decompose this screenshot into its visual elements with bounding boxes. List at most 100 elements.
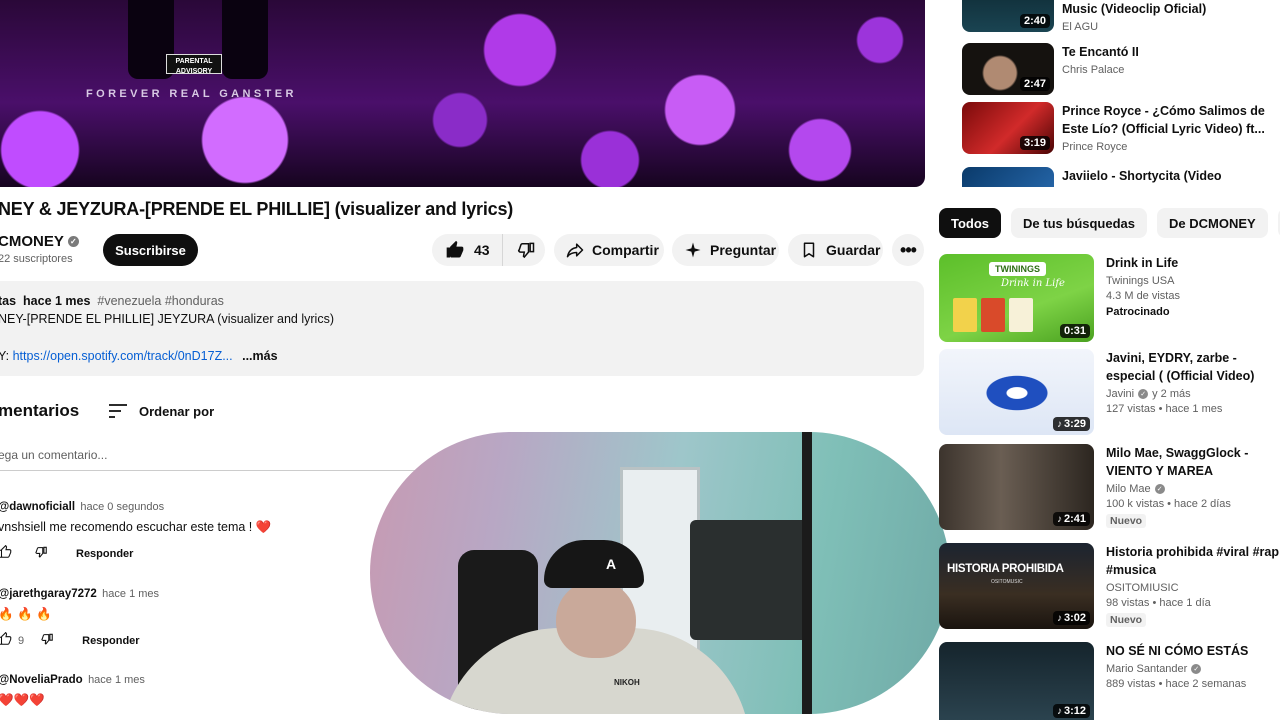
chip-from-channel[interactable]: De DCMONEY [1157, 208, 1268, 238]
video-thumbnail: 3:19 [962, 102, 1054, 154]
description-link-line: Y: https://open.spotify.com/track/0nD17Z… [0, 349, 278, 363]
sidebar-video[interactable]: Javiielo - Shortycita (Video [962, 167, 1222, 187]
video-info: Music (Videoclip Oficial) El AGU [1062, 0, 1206, 33]
subscriber-count: 22 suscriptores [0, 253, 73, 265]
video-duration: ♪ 3:12 [1052, 704, 1090, 718]
video-info: Prince Royce - ¿Cómo Salimos de Este Lío… [1062, 102, 1280, 154]
reply-button[interactable]: Responder [82, 635, 139, 647]
video-player[interactable]: PARENTAL ADVISORY FOREVER REAL GANSTER [0, 0, 925, 187]
sidebar-video[interactable]: ♪ 2:41 Milo Mae, SwaggGlock - VIENTO Y MA… [939, 444, 1280, 530]
video-title: NO SÉ NI CÓMO ESTÁS [1106, 644, 1249, 658]
like-button[interactable]: 43 [432, 234, 503, 266]
filter-chips: Todos De tus búsquedas De DCMONEY [939, 208, 1280, 238]
video-info: Javini, EYDRY, zarbe - especial ( (Offic… [1102, 349, 1280, 435]
view-count: 100 k vistas • hace 2 días [1106, 498, 1231, 510]
channel-name: Milo Mae ✓ [1106, 483, 1280, 495]
sidebar-video[interactable]: 3:19 Prince Royce - ¿Cómo Salimos de Est… [962, 102, 1280, 154]
comment-author[interactable]: @NoveliaPrado [0, 674, 83, 686]
comment-author[interactable]: @dawnoficiall [0, 501, 75, 513]
video-thumbnail: ♪ 2:41 [939, 444, 1094, 530]
video-info: Javiielo - Shortycita (Video [1062, 167, 1222, 187]
comment-actions: 9 Responder [0, 631, 159, 649]
share-icon [564, 239, 586, 261]
channel-name: Chris Palace [1062, 64, 1125, 76]
add-comment-input[interactable]: ega un comentario... [0, 448, 418, 471]
sidebar-video[interactable]: ♪ 3:29 Javini, EYDRY, zarbe - especial ( … [939, 349, 1280, 435]
video-duration: ♪ 3:29 [1052, 417, 1090, 431]
video-duration: ♪ 2:41 [1052, 512, 1090, 526]
video-title: Historia prohibida #viral #rap #musica [1106, 545, 1279, 577]
channel-name[interactable]: CMONEY ✓ [0, 233, 79, 250]
product-box [1009, 298, 1033, 332]
sidebar-video[interactable]: 2:40 Music (Videoclip Oficial) El AGU [962, 0, 1206, 33]
thumbs-down-icon [515, 239, 537, 261]
product-box [981, 298, 1005, 332]
thumbs-up-icon[interactable] [0, 544, 12, 562]
video-info: Te Encantó II Chris Palace [1062, 43, 1139, 95]
thumbs-up-icon[interactable] [0, 631, 12, 649]
duration-label: 3:02 [1063, 612, 1086, 624]
more-actions-button[interactable]: ••• [892, 234, 924, 266]
bookmark-icon [798, 239, 820, 261]
save-button[interactable]: Guardar [788, 234, 883, 266]
sort-icon [107, 400, 129, 422]
ask-button[interactable]: Preguntar [672, 234, 779, 266]
subscribe-button[interactable]: Suscribirse [103, 234, 198, 266]
sort-label: Ordenar por [139, 403, 215, 419]
description-prefix: Y: [0, 349, 10, 363]
video-info: NO SÉ NI CÓMO ESTÁS Mario Santander ✓ 88… [1102, 642, 1280, 720]
studio-speaker [690, 520, 808, 640]
comment-text: 🔥 🔥 🔥 [0, 607, 52, 621]
chip-from-searches[interactable]: De tus búsquedas [1011, 208, 1147, 238]
dislike-button[interactable] [503, 234, 549, 266]
new-badge: Nuevo [1106, 514, 1147, 528]
comment-text: vnshsiell me recomendo escuchar este tem… [0, 520, 271, 535]
video-duration: 2:40 [1019, 14, 1050, 28]
thumbs-down-icon[interactable] [40, 632, 54, 649]
cap-logo: A [606, 556, 617, 572]
person-face [556, 580, 636, 658]
upload-date: hace 1 mes [23, 294, 91, 308]
video-thumbnail [962, 167, 1054, 187]
view-count: 889 vistas • hace 2 semanas [1106, 678, 1247, 690]
sidebar-video[interactable]: HISTORIA PROHIBIDA OSITOMUSIC ♪ 3:02 Hist… [939, 543, 1280, 629]
reply-button[interactable]: Responder [76, 548, 133, 560]
channel-name: El AGU [1062, 21, 1099, 33]
sort-comments-button[interactable]: Ordenar por [107, 400, 214, 422]
like-count: 43 [474, 242, 490, 258]
video-title: Te Encantó II [1062, 45, 1139, 59]
verified-icon: ✓ [67, 236, 79, 247]
mic-stand [802, 432, 812, 714]
share-button[interactable]: Compartir [554, 234, 664, 266]
like-dislike-group: 43 [432, 234, 545, 266]
more-horizontal-icon: ••• [900, 239, 917, 260]
video-duration: ♪ 3:02 [1052, 611, 1090, 625]
thumbs-down-icon[interactable] [34, 545, 48, 562]
sparkle-icon [682, 239, 704, 261]
video-title: Music (Videoclip Oficial) [1062, 2, 1207, 16]
sidebar-video[interactable]: ♪ 3:12 NO SÉ NI CÓMO ESTÁS Mario Santande… [939, 642, 1280, 720]
ask-label: Preguntar [710, 242, 777, 258]
description-box[interactable]: tas hace 1 mes #venezuela #honduras NEY-… [0, 281, 924, 376]
share-label: Compartir [592, 242, 659, 258]
save-label: Guardar [826, 242, 881, 258]
brand-logo: TWININGS [989, 262, 1046, 276]
show-more-button[interactable]: ...más [242, 349, 277, 363]
music-note-icon: ♪ [1056, 613, 1062, 624]
verified-icon: ✓ [1154, 484, 1165, 494]
channel-label: Milo Mae [1106, 483, 1151, 495]
hashtags[interactable]: #venezuela #honduras [97, 294, 224, 308]
description-line: NEY-[PRENDE EL PHILLIE] JEYZURA (visuali… [0, 312, 334, 326]
sidebar-ad[interactable]: TWININGS Drink in Life 0:31 Drink in Lif… [939, 254, 1180, 342]
channel-name: OSITOMIUSIC [1106, 582, 1179, 594]
comment-text: ❤️❤️❤️ [0, 693, 45, 707]
comment-author[interactable]: @jarethgaray7272 [0, 588, 97, 600]
chip-all[interactable]: Todos [939, 208, 1002, 238]
sidebar-video[interactable]: 2:47 Te Encantó II Chris Palace [962, 43, 1139, 95]
video-title: Milo Mae, SwaggGlock - VIENTO Y MAREA [1106, 446, 1249, 478]
parental-advisory-label: PARENTAL ADVISORY [166, 54, 222, 75]
thumbnail-title: HISTORIA PROHIBIDA [947, 563, 1064, 575]
video-duration: 2:47 [1019, 77, 1050, 91]
spotify-link[interactable]: https://open.spotify.com/track/0nD17Z... [13, 349, 233, 363]
verified-icon: ✓ [1138, 389, 1149, 399]
